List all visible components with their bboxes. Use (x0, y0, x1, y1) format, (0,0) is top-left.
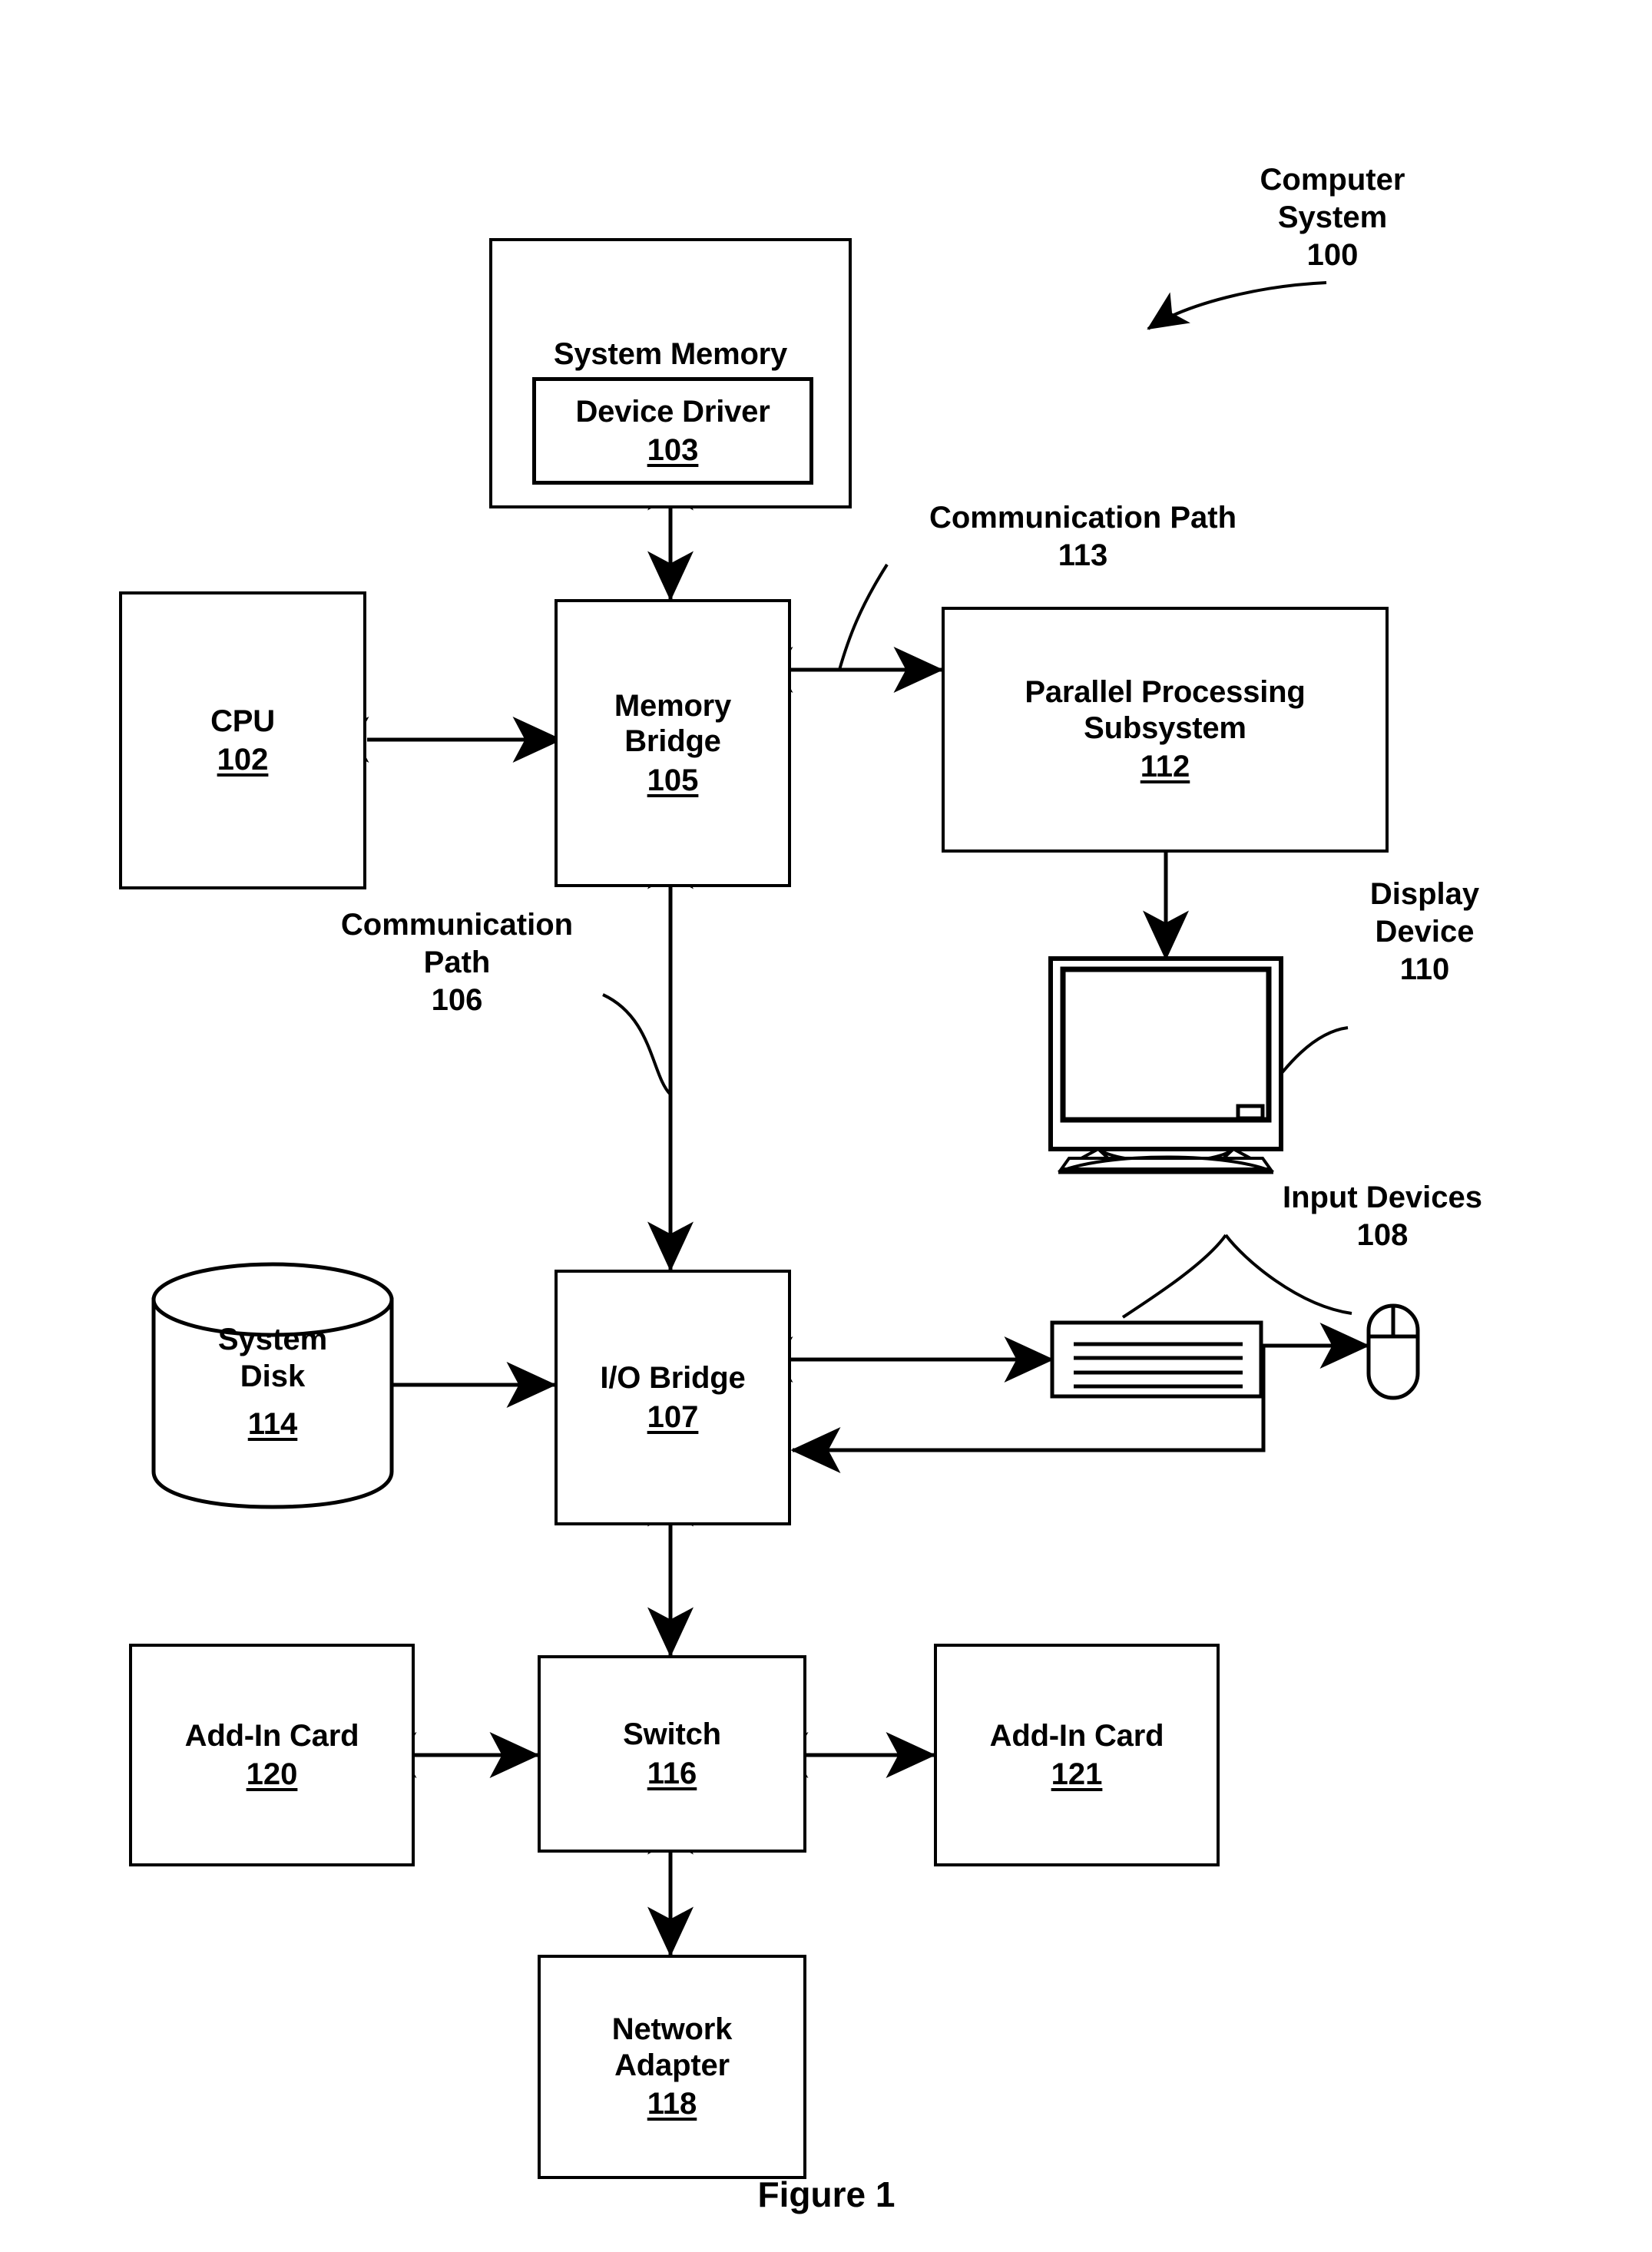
block-parallel-processing-subsystem: Parallel Processing Subsystem 112 (942, 607, 1389, 853)
leader-input-devices-brace-left (1121, 1234, 1227, 1319)
keyboard-icon (1050, 1320, 1263, 1399)
block-memory-bridge: Memory Bridge 105 (555, 599, 791, 887)
block-memory-bridge-label: Memory Bridge (614, 688, 732, 759)
callout-communication-path-113: Communication Path 113 (929, 501, 1237, 572)
figure-caption: Figure 1 (757, 2174, 896, 2214)
block-device-driver-label: Device Driver (575, 394, 770, 429)
block-io-bridge-ref: 107 (647, 1399, 699, 1434)
block-switch-ref: 116 (647, 1756, 697, 1790)
block-system-disk-ref: 114 (247, 1407, 298, 1441)
block-io-bridge: I/O Bridge 107 (555, 1270, 791, 1525)
block-switch-label: Switch (623, 1717, 721, 1752)
block-device-driver: Device Driver 103 (532, 377, 813, 485)
block-system-disk: System Disk 114 (154, 1306, 392, 1482)
block-memory-bridge-ref: 105 (647, 763, 699, 797)
block-switch: Switch 116 (538, 1655, 806, 1853)
block-cpu: CPU 102 (119, 591, 366, 889)
block-network-adapter: Network Adapter 118 (538, 1955, 806, 2179)
block-add-in-card-121-label: Add-In Card (989, 1718, 1164, 1753)
block-network-adapter-ref: 118 (647, 2087, 697, 2121)
callout-display-device: Display Device 110 (1369, 877, 1480, 986)
block-system-memory-label: System Memory (553, 336, 788, 371)
block-add-in-card-121-ref: 121 (1051, 1757, 1103, 1791)
block-pps-label: Parallel Processing Subsystem (1025, 675, 1306, 745)
leader-computer-system (1147, 281, 1327, 330)
block-add-in-card-120-ref: 120 (246, 1757, 298, 1791)
mouse-icon (1366, 1303, 1420, 1400)
block-network-adapter-label: Network Adapter (611, 2012, 733, 2082)
block-io-bridge-label: I/O Bridge (600, 1361, 746, 1396)
block-pps-ref: 112 (1140, 750, 1190, 784)
patent-figure-1: System Memory 104 Device Driver 103 CPU … (0, 0, 1652, 2252)
callout-input-devices: Input Devices 108 (1282, 1181, 1483, 1252)
block-add-in-card-120-label: Add-In Card (184, 1718, 359, 1753)
block-cpu-ref: 102 (217, 743, 269, 777)
monitor-icon (1048, 956, 1283, 1174)
block-add-in-card-120: Add-In Card 120 (129, 1644, 415, 1866)
block-system-memory: System Memory 104 Device Driver 103 (489, 238, 852, 508)
block-cpu-label: CPU (210, 704, 275, 738)
leader-communication-path-106 (602, 993, 672, 1096)
block-system-disk-label: System Disk (217, 1323, 328, 1393)
leader-communication-path-113 (838, 563, 889, 671)
callout-computer-system: Computer System 100 (1260, 163, 1405, 272)
callout-communication-path-106: Communication Path 106 (340, 908, 574, 1017)
block-add-in-card-121: Add-In Card 121 (934, 1644, 1220, 1866)
block-device-driver-ref: 103 (647, 433, 699, 467)
